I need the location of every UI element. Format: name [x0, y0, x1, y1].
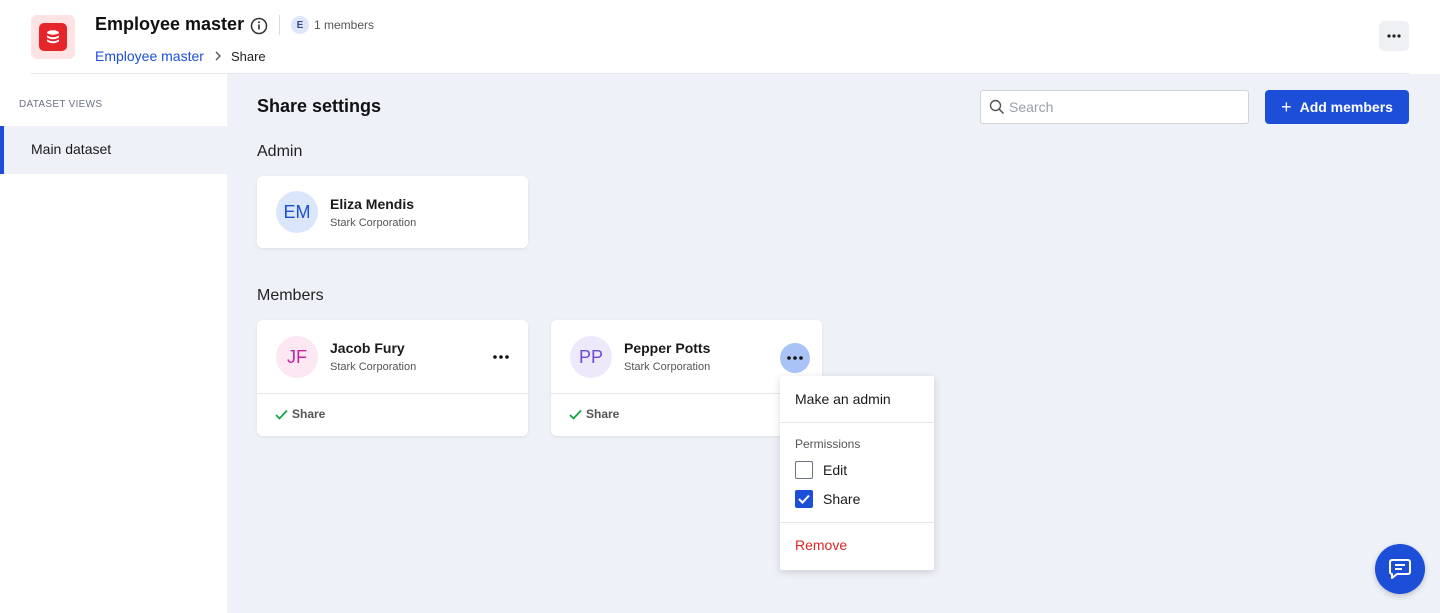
check-icon	[569, 409, 582, 420]
member-options-menu: Make an admin Permissions Edit Share Rem…	[780, 376, 934, 570]
menu-divider	[780, 522, 934, 523]
admin-section-label: Admin	[257, 143, 303, 160]
avatar: JF	[276, 336, 318, 378]
member-options-button[interactable]	[780, 343, 810, 373]
section-title: Share settings	[257, 96, 382, 116]
chevron-right-icon	[215, 51, 221, 61]
permissions-label: Permissions	[795, 437, 861, 451]
member-options-button[interactable]	[487, 343, 515, 371]
sidebar-heading: DATASET VIEWS	[19, 99, 103, 110]
search-icon	[989, 99, 1005, 115]
sidebar-item-label: Main dataset	[31, 141, 112, 157]
database-icon	[47, 30, 59, 44]
more-horizontal-icon	[493, 355, 509, 359]
check-icon	[275, 409, 288, 420]
remove-menu-item[interactable]: Remove	[795, 537, 847, 553]
more-horizontal-icon	[1387, 34, 1401, 38]
chat-icon	[1389, 559, 1411, 579]
header-more-button[interactable]	[1379, 21, 1409, 51]
make-admin-menu-item[interactable]: Make an admin	[795, 391, 891, 407]
avatar: EM	[276, 191, 318, 233]
person-org: Stark Corporation	[330, 217, 417, 229]
person-name: Jacob Fury	[330, 340, 405, 356]
page-title: Employee master	[95, 14, 245, 34]
person-name: Eliza Mendis	[330, 196, 415, 212]
breadcrumb-link[interactable]: Employee master	[95, 48, 204, 64]
avatar: PP	[570, 336, 612, 378]
permission-tag: Share	[569, 407, 619, 421]
chat-support-button[interactable]	[1375, 544, 1425, 594]
member-avatar[interactable]: E	[291, 16, 309, 34]
share-permission-option[interactable]: Share	[795, 490, 860, 508]
option-label: Edit	[823, 462, 848, 478]
divider	[279, 15, 280, 35]
more-horizontal-icon	[787, 356, 803, 360]
edit-checkbox[interactable]	[795, 461, 813, 479]
person-name: Pepper Potts	[624, 340, 711, 356]
add-members-label: Add members	[1299, 99, 1393, 115]
info-icon[interactable]	[250, 17, 268, 35]
member-card: JF Jacob Fury Stark Corporation Share	[257, 320, 528, 436]
breadcrumb-current: Share	[230, 48, 266, 64]
permission-tag: Share	[275, 407, 325, 421]
members-section-label: Members	[257, 287, 324, 304]
sidebar-item-main-dataset[interactable]: Main dataset	[0, 126, 227, 174]
edit-permission-option[interactable]: Edit	[795, 461, 847, 479]
share-checkbox[interactable]	[795, 490, 813, 508]
permission-label: Share	[586, 407, 620, 421]
person-org: Stark Corporation	[624, 361, 711, 373]
add-members-button[interactable]: + Add members	[1265, 90, 1409, 124]
menu-divider	[780, 422, 934, 423]
person-org: Stark Corporation	[330, 361, 417, 373]
option-label: Share	[823, 491, 861, 507]
plus-icon: +	[1281, 97, 1292, 117]
search-input[interactable]	[1009, 97, 1239, 117]
search-box[interactable]	[980, 90, 1249, 124]
permission-label: Share	[292, 407, 326, 421]
sidebar: DATASET VIEWS Main dataset	[0, 74, 227, 613]
card-divider	[257, 393, 528, 394]
page-header: Employee master E 1 members Employee mas…	[0, 0, 1440, 74]
dataset-app-icon	[31, 15, 75, 59]
check-icon	[798, 494, 810, 504]
members-count[interactable]: 1 members	[314, 18, 374, 32]
breadcrumb: Employee master Share	[95, 48, 266, 64]
admin-card: EM Eliza Mendis Stark Corporation	[257, 176, 528, 248]
